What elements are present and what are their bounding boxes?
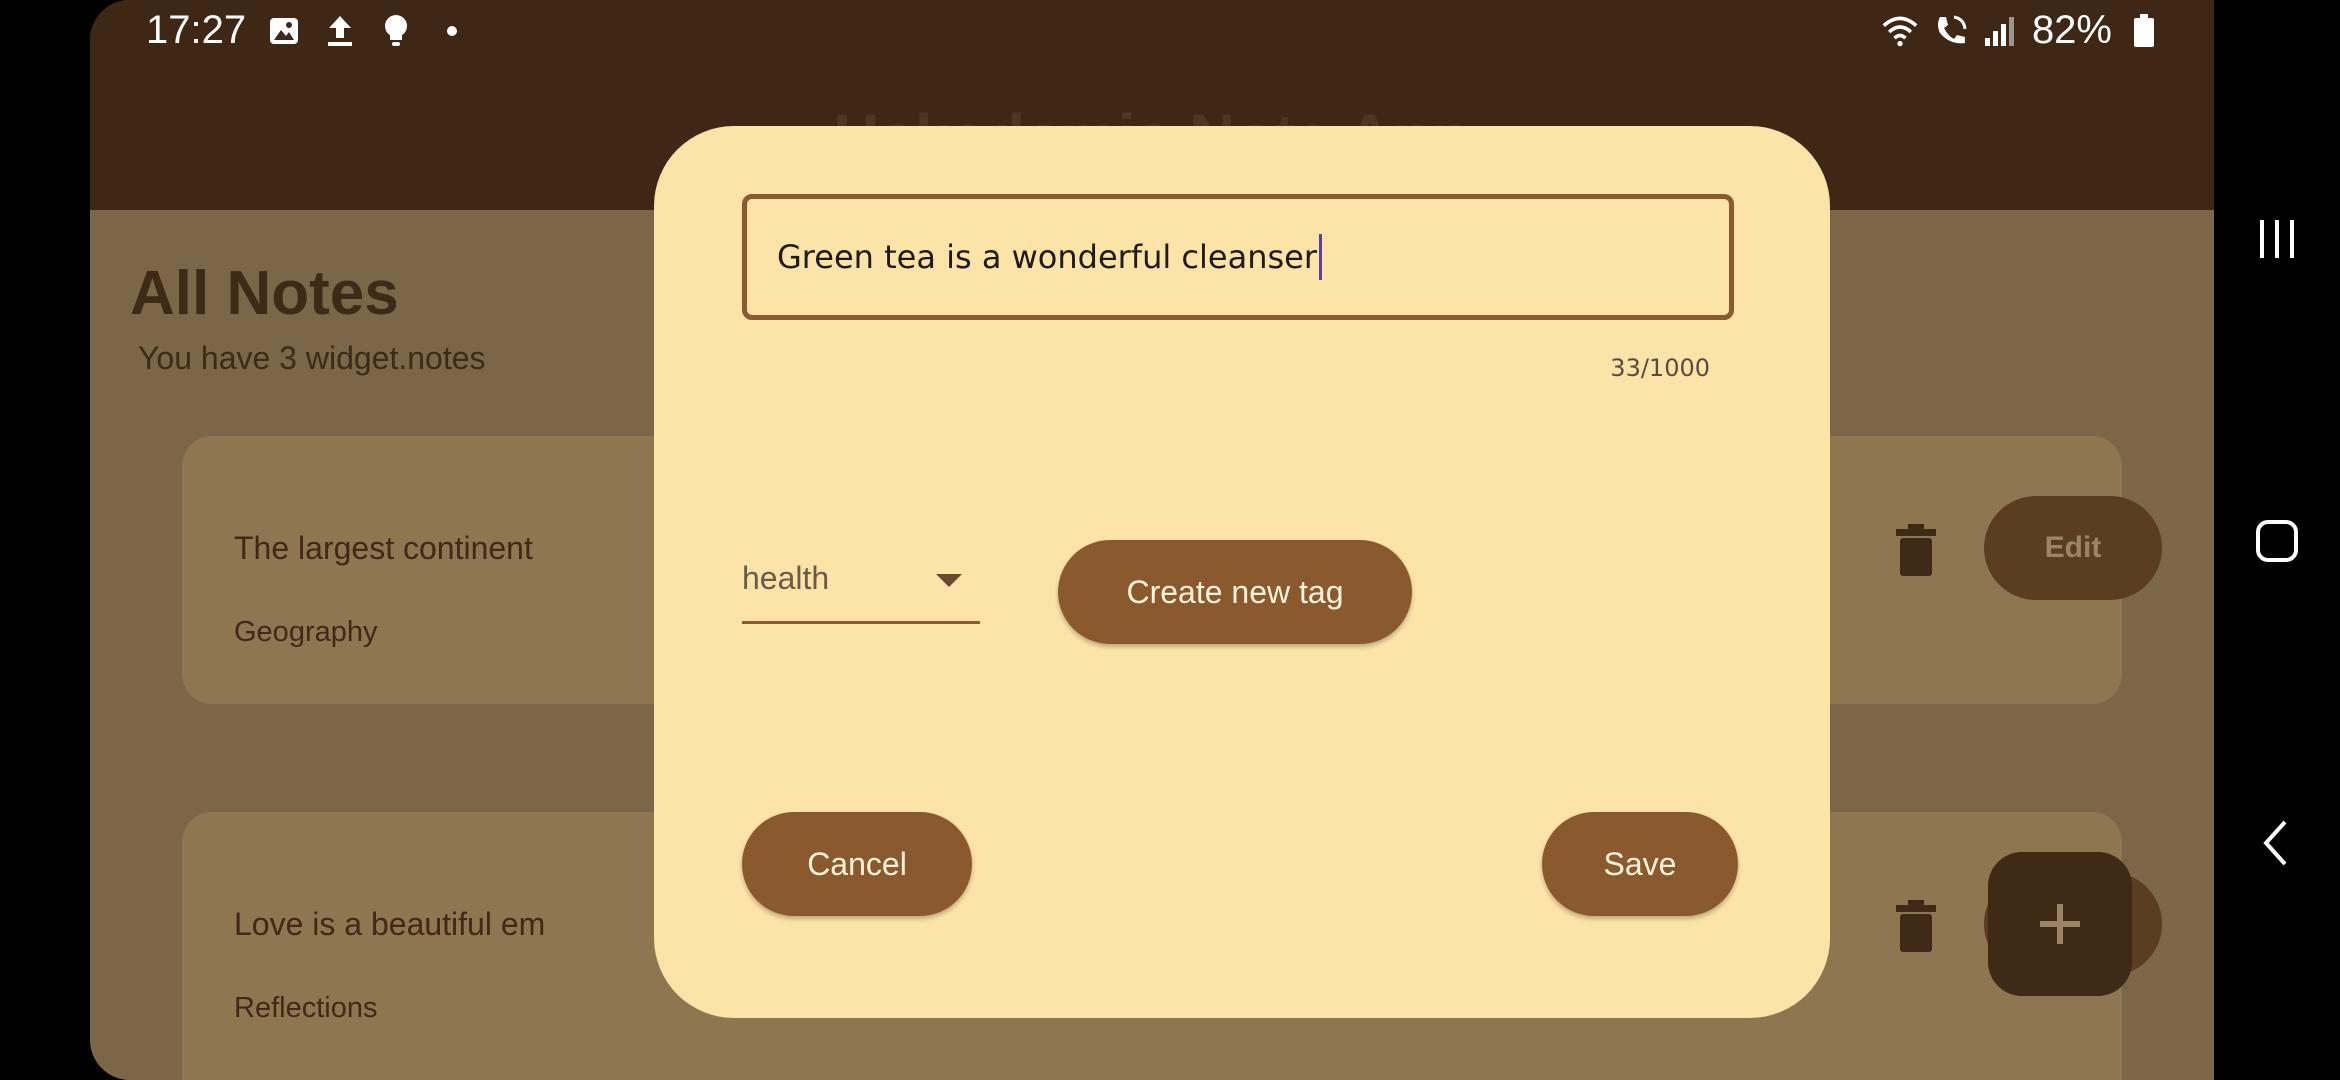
note-tag: Geography — [234, 616, 378, 648]
note-text-input[interactable]: Green tea is a wonderful cleanser — [742, 194, 1734, 320]
tag-dropdown-value: health — [742, 560, 830, 596]
note-text: Love is a beautiful em — [234, 906, 546, 942]
gallery-icon — [266, 13, 302, 49]
cancel-button[interactable]: Cancel — [742, 812, 972, 916]
upload-icon — [322, 13, 358, 49]
add-note-button[interactable] — [1988, 852, 2132, 996]
plus-icon — [2040, 904, 2080, 944]
recents-icon[interactable] — [2252, 214, 2302, 264]
back-icon[interactable] — [2252, 818, 2302, 868]
bulb-icon — [378, 13, 414, 49]
edit-note-dialog: Green tea is a wonderful cleanser 33/100… — [654, 126, 1830, 1018]
save-button[interactable]: Save — [1542, 812, 1738, 916]
create-tag-button[interactable]: Create new tag — [1058, 540, 1412, 644]
status-bar: 17:27 82% — [90, 0, 2214, 64]
signal-icon — [1982, 13, 2018, 49]
wifi-icon — [1882, 13, 1918, 49]
tag-dropdown[interactable]: health — [742, 556, 980, 624]
edit-button[interactable]: Edit — [1984, 496, 2162, 600]
text-caret — [1318, 234, 1322, 280]
system-nav-bar — [2214, 0, 2340, 1080]
battery-icon — [2126, 13, 2162, 49]
wifi-call-icon — [1932, 13, 1968, 49]
page-title: All Notes — [130, 259, 399, 328]
dropdown-arrow-icon — [936, 574, 962, 587]
dot-icon — [434, 13, 470, 49]
char-counter: 33/1000 — [1610, 354, 1710, 382]
trash-icon[interactable] — [1896, 900, 1936, 952]
note-tag: Reflections — [234, 992, 378, 1024]
notes-count: You have 3 widget.notes — [138, 340, 486, 376]
home-icon[interactable] — [2252, 516, 2302, 566]
trash-icon[interactable] — [1896, 524, 1936, 576]
battery-percent: 82% — [2031, 8, 2112, 52]
status-time: 17:27 — [146, 8, 247, 52]
note-text-value: Green tea is a wonderful cleanser — [777, 238, 1317, 276]
app-screen: Hakademia Note App 17:27 — [90, 0, 2214, 1080]
note-text: The largest continent — [234, 530, 533, 566]
